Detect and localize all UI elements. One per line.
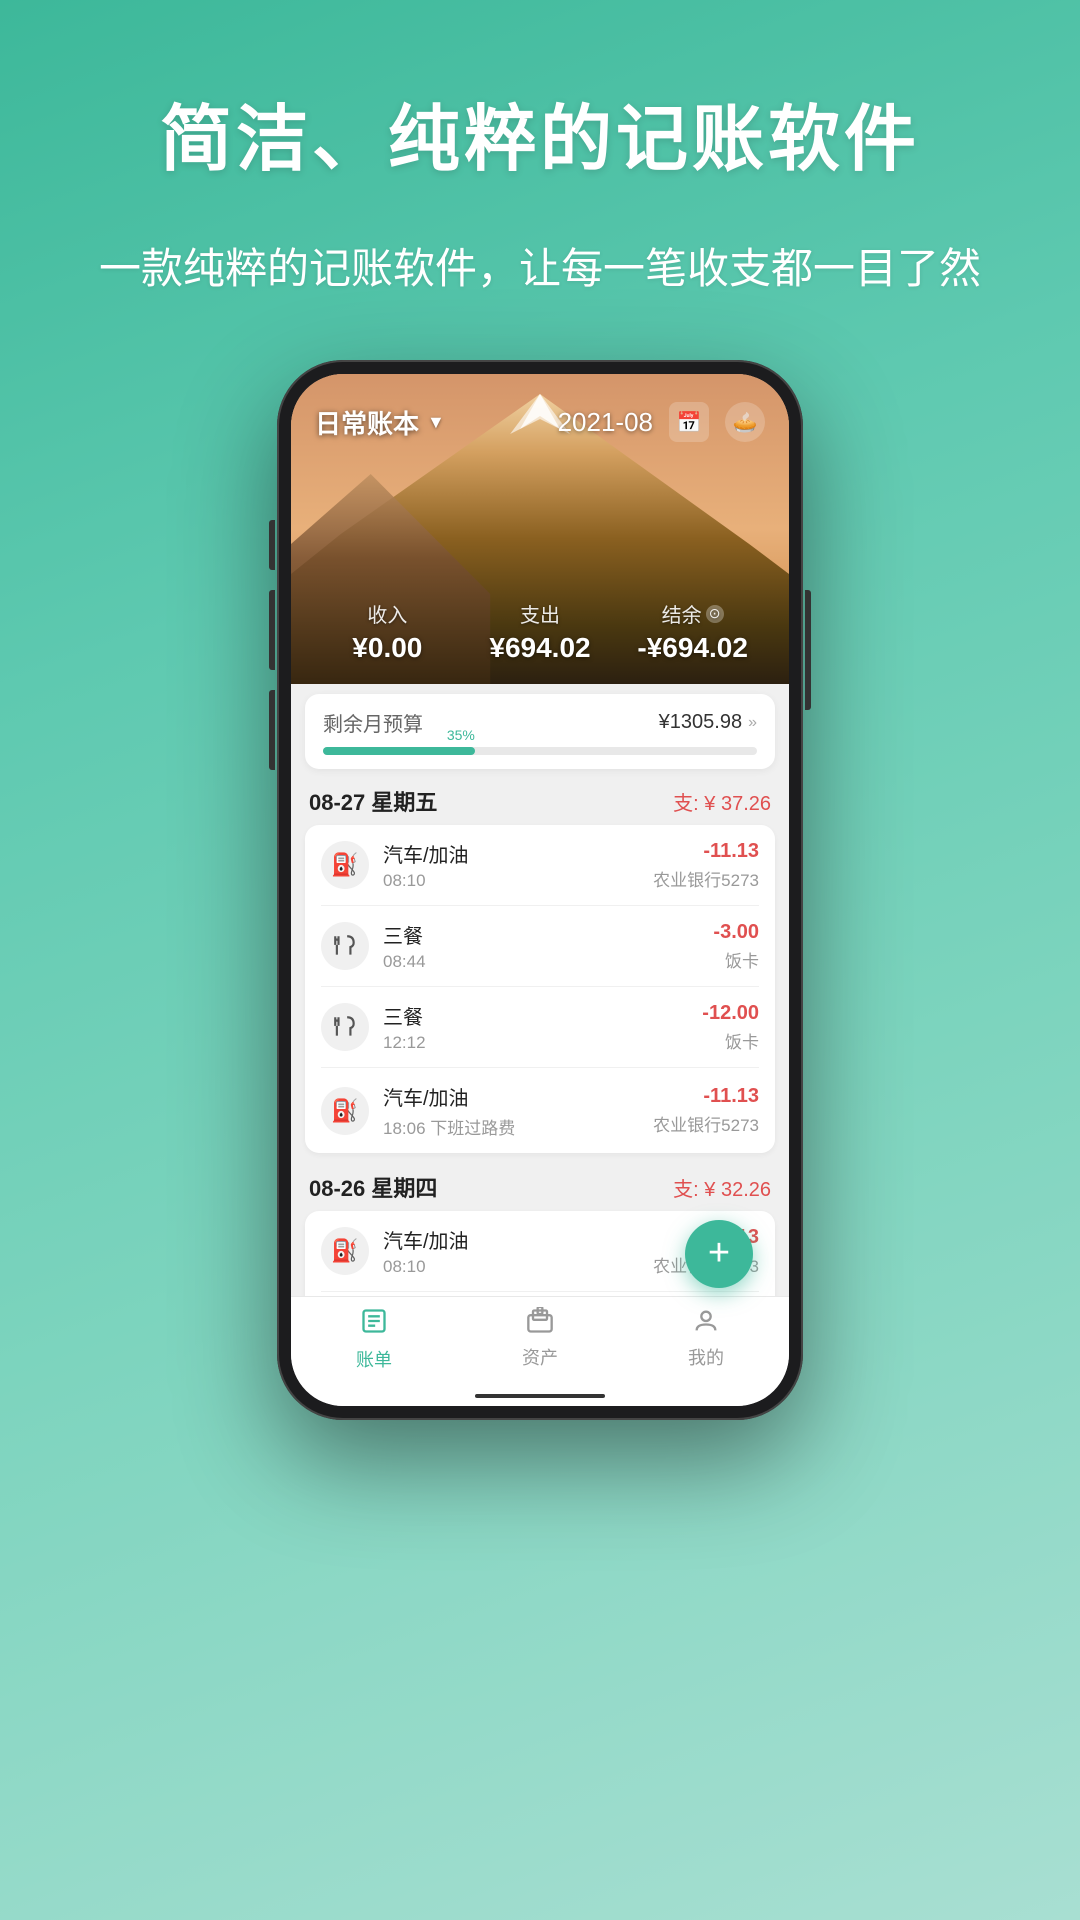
header-stats: 收入 ¥0.00 支出 ¥694.02 结余 ⊙ -¥6 bbox=[291, 587, 789, 684]
nav-item-ledger[interactable]: 账单 bbox=[291, 1307, 457, 1372]
date-total-2: 支: ¥ 32.26 bbox=[673, 1173, 771, 1202]
date-header-1: 08-27 星期五 支: ¥ 37.26 bbox=[305, 775, 775, 825]
transaction-item[interactable]: ⛽ 汽车/加油 08:10 -11.13 农业银行5273 bbox=[321, 825, 759, 906]
trans-amount: -11.13 bbox=[653, 1085, 759, 1108]
nav-ledger-label: 账单 bbox=[356, 1346, 392, 1372]
income-stat: 收入 ¥0.00 bbox=[311, 599, 464, 664]
trans-info: 三餐 12:12 bbox=[383, 1001, 702, 1053]
trans-time: 08:44 bbox=[383, 952, 713, 972]
nav-assets-label: 资产 bbox=[522, 1344, 558, 1370]
trans-amount-area: -3.00 饭卡 bbox=[713, 921, 759, 972]
account-name: 日常账本 bbox=[315, 404, 419, 441]
income-value: ¥0.00 bbox=[311, 632, 464, 664]
date-total-1: 支: ¥ 37.26 bbox=[673, 787, 771, 816]
nav-item-assets[interactable]: 资产 bbox=[457, 1307, 623, 1370]
budget-card[interactable]: 剩余月预算 ¥1305.98 » 35% bbox=[305, 694, 775, 769]
trans-time: 08:10 bbox=[383, 871, 653, 891]
trans-category: 汽车/加油 bbox=[383, 1082, 653, 1111]
trans-icon-meal bbox=[321, 922, 369, 970]
page-subtitle: 一款纯粹的记账软件，让每一笔收支都一目了然 bbox=[60, 233, 1020, 304]
trans-amount-area: -12.00 饭卡 bbox=[702, 1002, 759, 1053]
trans-amount: -11.13 bbox=[653, 840, 759, 863]
header-top-bar: 日常账本 ▼ 2021-08 📅 🥧 bbox=[291, 374, 789, 452]
chart-button[interactable]: 🥧 bbox=[725, 402, 765, 442]
transaction-item[interactable]: 三餐 12:12 -12.00 饭卡 bbox=[321, 987, 759, 1068]
nav-item-profile[interactable]: 我的 bbox=[623, 1307, 789, 1370]
nav-profile-icon bbox=[692, 1307, 720, 1340]
fab-plus-icon: + bbox=[708, 1234, 730, 1272]
trans-time: 08:10 bbox=[383, 1257, 653, 1277]
budget-bar: 35% bbox=[323, 747, 475, 755]
budget-chevron-icon: » bbox=[748, 714, 757, 732]
trans-info: 汽车/加油 08:10 bbox=[383, 839, 653, 891]
trans-category: 汽车/加油 bbox=[383, 839, 653, 868]
phone-mockup: 日常账本 ▼ 2021-08 📅 🥧 bbox=[277, 360, 803, 1420]
phone-shell: 日常账本 ▼ 2021-08 📅 🥧 bbox=[277, 360, 803, 1420]
account-selector[interactable]: 日常账本 ▼ bbox=[315, 404, 445, 441]
trans-info: 三餐 08:44 bbox=[383, 920, 713, 972]
bottom-nav: 账单 资产 bbox=[291, 1296, 789, 1386]
app-content: 剩余月预算 ¥1305.98 » 35% bbox=[291, 684, 789, 1296]
balance-value: -¥694.02 bbox=[616, 632, 769, 664]
trans-icon: ⛽ bbox=[321, 1227, 369, 1275]
trans-account: 农业银行5273 bbox=[653, 866, 759, 891]
expense-stat: 支出 ¥694.02 bbox=[464, 599, 617, 664]
transaction-card-1: ⛽ 汽车/加油 08:10 -11.13 农业银行5273 bbox=[305, 825, 775, 1153]
balance-stat: 结余 ⊙ -¥694.02 bbox=[616, 599, 769, 664]
trans-account: 饭卡 bbox=[713, 947, 759, 972]
trans-info: 汽车/加油 08:10 bbox=[383, 1225, 653, 1277]
income-label: 收入 bbox=[311, 599, 464, 628]
budget-percent: 35% bbox=[447, 727, 475, 743]
date-group-1: 08-27 星期五 支: ¥ 37.26 ⛽ 汽车/加油 08:10 bbox=[305, 775, 775, 1153]
balance-label: 结余 ⊙ bbox=[616, 599, 769, 628]
trans-icon-fuel: ⛽ bbox=[321, 841, 369, 889]
nav-profile-label: 我的 bbox=[688, 1344, 724, 1370]
app-header: 日常账本 ▼ 2021-08 📅 🥧 bbox=[291, 374, 789, 684]
nav-assets-icon bbox=[526, 1307, 554, 1340]
budget-amount: ¥1305.98 bbox=[659, 711, 742, 734]
page-title: 简洁、纯粹的记账软件 bbox=[60, 80, 1020, 185]
nav-ledger-icon bbox=[360, 1307, 388, 1342]
calendar-button[interactable]: 📅 bbox=[669, 402, 709, 442]
trans-amount-area: -11.13 农业银行5273 bbox=[653, 1085, 759, 1136]
trans-time: 12:12 bbox=[383, 1033, 702, 1053]
trans-amount-area: -11.13 农业银行5273 bbox=[653, 840, 759, 891]
transaction-list: 08-27 星期五 支: ¥ 37.26 ⛽ 汽车/加油 08:10 bbox=[291, 775, 789, 1296]
trans-amount: -12.00 bbox=[702, 1002, 759, 1025]
budget-label: 剩余月预算 bbox=[323, 708, 423, 737]
trans-account: 饭卡 bbox=[702, 1028, 759, 1053]
header-controls: 2021-08 📅 🥧 bbox=[558, 402, 765, 442]
date-display: 2021-08 bbox=[558, 407, 653, 438]
trans-account: 农业银行5273 bbox=[653, 1111, 759, 1136]
trans-icon-meal2 bbox=[321, 1003, 369, 1051]
transaction-item[interactable]: 三餐 08:44 -3.00 饭卡 bbox=[321, 906, 759, 987]
trans-info: 汽车/加油 18:06 下班过路费 bbox=[383, 1082, 653, 1139]
trans-amount: -3.00 bbox=[713, 921, 759, 944]
page-container: 简洁、纯粹的记账软件 一款纯粹的记账软件，让每一笔收支都一目了然 bbox=[0, 0, 1080, 1920]
trans-category: 三餐 bbox=[383, 1001, 702, 1030]
trans-category: 汽车/加油 bbox=[383, 1225, 653, 1254]
date-text-2: 08-26 星期四 bbox=[309, 1171, 437, 1203]
fab-add-button[interactable]: + bbox=[685, 1220, 753, 1288]
date-header-2: 08-26 星期四 支: ¥ 32.26 bbox=[305, 1161, 775, 1211]
home-indicator bbox=[291, 1386, 789, 1406]
expense-value: ¥694.02 bbox=[464, 632, 617, 664]
trans-icon-fuel2: ⛽ bbox=[321, 1087, 369, 1135]
promo-section: 简洁、纯粹的记账软件 一款纯粹的记账软件，让每一笔收支都一目了然 bbox=[0, 0, 1080, 304]
trans-time-note: 18:06 下班过路费 bbox=[383, 1114, 653, 1139]
date-text-1: 08-27 星期五 bbox=[309, 785, 437, 817]
transaction-item[interactable]: ⛽ 汽车/加油 18:06 下班过路费 -11.13 bbox=[321, 1068, 759, 1153]
home-bar bbox=[475, 1394, 605, 1398]
trans-category: 三餐 bbox=[383, 920, 713, 949]
expense-label: 支出 bbox=[464, 599, 617, 628]
phone-screen: 日常账本 ▼ 2021-08 📅 🥧 bbox=[291, 374, 789, 1406]
dropdown-icon: ▼ bbox=[427, 412, 445, 433]
transaction-item[interactable]: 还款 09:43 1288.00(0.00) 支付宝_平安银行 bbox=[321, 1292, 759, 1296]
